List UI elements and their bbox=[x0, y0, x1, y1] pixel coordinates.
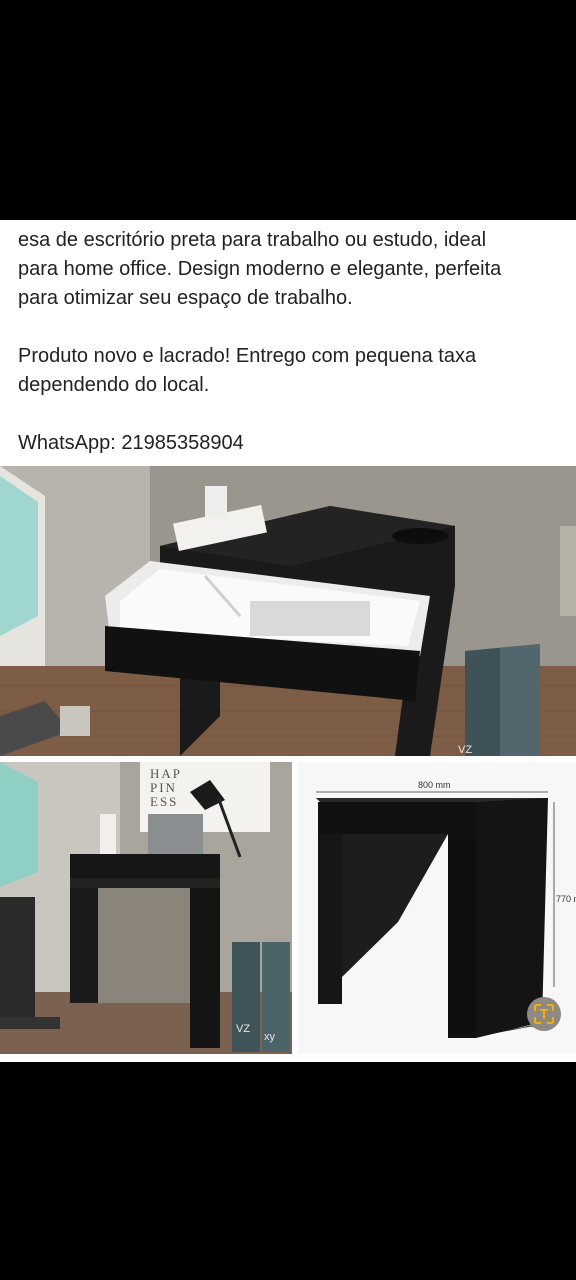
description-line: para home office. Design moderno e elega… bbox=[18, 258, 502, 280]
notice-line: dependendo do local. bbox=[18, 374, 210, 396]
description-line: para otimizar seu espaço de trabalho. bbox=[18, 287, 353, 309]
bottom-black-area bbox=[0, 1062, 576, 1280]
width-dimension-label: 800 mm bbox=[418, 780, 451, 790]
poster-line: HAP bbox=[150, 766, 182, 781]
notice-line: Produto novo e lacrado! Entrego com pequ… bbox=[18, 345, 477, 367]
product-photo-main[interactable]: VZ bbox=[0, 466, 576, 756]
product-photo-lifestyle[interactable]: HAP PIN ESS VZ xy bbox=[0, 762, 292, 1054]
poster-line: ESS bbox=[150, 794, 178, 809]
top-black-area bbox=[0, 0, 576, 220]
desk-drawer-illustration: VZ bbox=[0, 466, 576, 756]
poster-line: PIN bbox=[150, 780, 177, 795]
description-line: esa de escritório preta para trabalho ou… bbox=[18, 229, 487, 251]
listing-description: esa de escritório preta para trabalho ou… bbox=[18, 226, 568, 458]
desk-room-illustration: HAP PIN ESS VZ xy bbox=[0, 762, 292, 1054]
google-lens-icon[interactable] bbox=[527, 997, 561, 1031]
lens-glyph-icon bbox=[534, 1004, 554, 1024]
height-dimension-label: 770 mm bbox=[556, 894, 576, 904]
binder-label: VZ bbox=[236, 1023, 250, 1035]
binder-label: xy bbox=[264, 1031, 276, 1043]
binder-label: VZ bbox=[458, 744, 472, 756]
whatsapp-contact[interactable]: WhatsApp: 21985358904 bbox=[18, 429, 568, 458]
